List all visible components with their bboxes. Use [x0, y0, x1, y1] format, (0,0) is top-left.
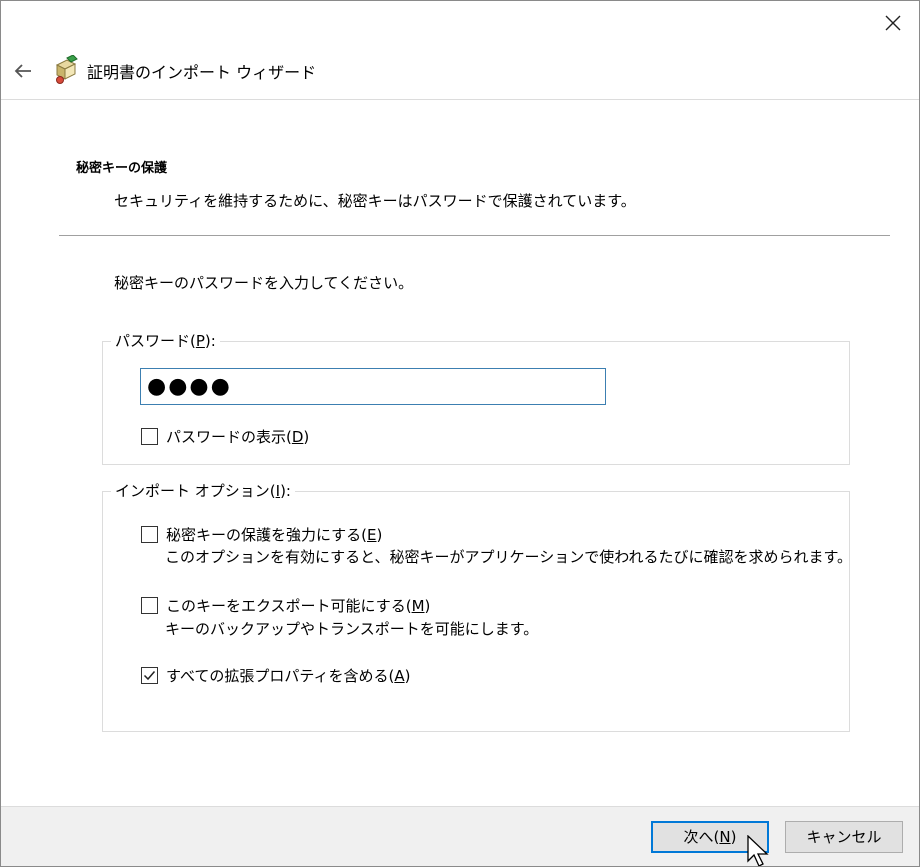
strong-protection-description: このオプションを有効にすると、秘密キーがアプリケーションで使われるたびに確認を求…: [165, 548, 853, 566]
exportable-key-checkbox[interactable]: このキーをエクスポート可能にする(M): [141, 597, 430, 617]
exportable-key-label: このキーをエクスポート可能にする(M): [166, 597, 431, 615]
show-password-label: パスワードの表示(D): [166, 428, 310, 446]
footer-bar: 次へ(N) キャンセル: [1, 806, 919, 866]
certificate-icon: [53, 54, 79, 85]
back-arrow-icon: [14, 64, 31, 78]
checkbox-box[interactable]: [141, 667, 158, 684]
wizard-title: 証明書のインポート ウィザード: [87, 63, 317, 82]
section-heading: 秘密キーの保護: [76, 161, 168, 176]
checkbox-box[interactable]: [141, 526, 158, 543]
include-extended-properties-checkbox[interactable]: すべての拡張プロパティを含める(A): [141, 667, 421, 687]
cancel-button[interactable]: キャンセル: [785, 821, 903, 853]
separator: [59, 235, 890, 236]
password-group-legend: パスワード(P):: [111, 331, 220, 351]
close-button[interactable]: [881, 11, 905, 35]
checkbox-box[interactable]: [141, 597, 158, 614]
include-extended-properties-label: すべての拡張プロパティを含める(A): [166, 667, 411, 685]
strong-protection-checkbox[interactable]: 秘密キーの保護を強力にする(E): [141, 526, 401, 546]
import-options-legend: インポート オプション(I):: [111, 481, 295, 501]
instruction-text: 秘密キーのパスワードを入力してください。: [114, 274, 414, 292]
wizard-window: 証明書のインポート ウィザード 秘密キーの保護 セキュリティを維持するために、秘…: [0, 0, 920, 867]
next-button[interactable]: 次へ(N): [651, 821, 769, 853]
strong-protection-label: 秘密キーの保護を強力にする(E): [166, 526, 383, 544]
wizard-header: 証明書のインポート ウィザード: [1, 45, 919, 100]
show-password-checkbox[interactable]: パスワードの表示(D): [141, 428, 321, 448]
checkbox-box[interactable]: [141, 428, 158, 445]
password-input[interactable]: ●●●●: [140, 368, 606, 405]
section-description: セキュリティを維持するために、秘密キーはパスワードで保護されています。: [114, 192, 636, 210]
exportable-key-description: キーのバックアップやトランスポートを可能にします。: [165, 620, 539, 638]
checkmark-icon: [143, 671, 156, 681]
close-icon: [885, 15, 901, 31]
back-button[interactable]: [11, 59, 35, 83]
